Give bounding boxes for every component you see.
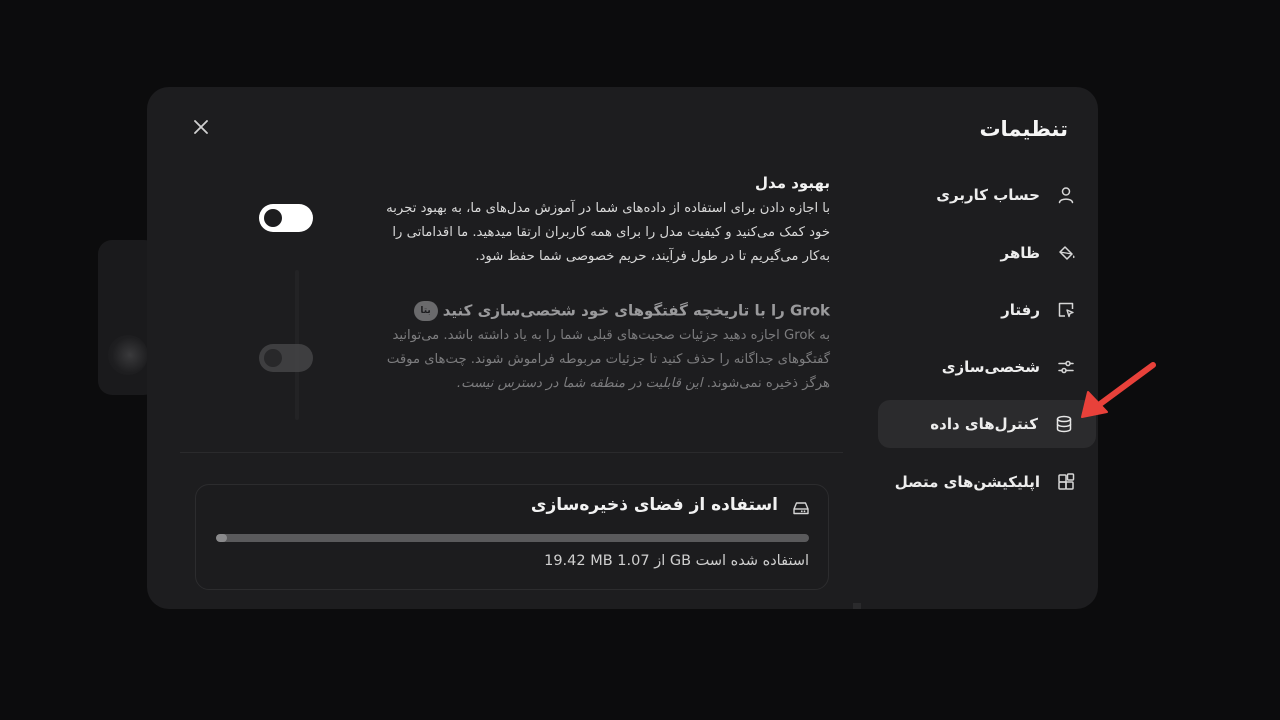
personalize-history-heading: Grok را با تاریخچه گفتگوهای خود شخصی‌ساز… [410,301,830,321]
model-improvement-title: بهبود مدل [755,174,830,192]
beta-badge: بتا [413,301,438,321]
sidebar-item-label: شخصی‌سازی [941,358,1040,376]
unavailable-notice: این قابلیت در منطقه شما در دسترس نیست. [456,376,703,391]
close-icon [194,120,208,134]
user-icon [1056,185,1076,205]
sliders-icon [1056,357,1076,377]
sidebar-item-appearance[interactable]: ظاهر [878,229,1098,277]
storage-usage-text: 19.42 MB از 1.07 GB استفاده شده است [544,553,809,569]
settings-modal: تنظیمات حساب کاربری ظاهر رفتار شخصی‌سازی [147,87,1098,609]
sidebar-item-account[interactable]: حساب کاربری [878,171,1098,219]
bottom-scroll-indicator [853,603,861,609]
sidebar-item-personalization[interactable]: شخصی‌سازی [878,343,1098,391]
section-divider [180,452,843,453]
storage-title: استفاده از فضای ذخیره‌سازی [530,495,778,515]
personalize-history-description: به Grok اجازه دهید جزئیات صحبت‌های قبلی … [360,324,830,396]
paint-bucket-icon [1056,243,1076,263]
model-improvement-description: با اجازه دادن برای استفاده از داده‌های ش… [386,201,830,264]
annotation-arrow-icon [1081,362,1156,418]
sidebar-item-label: ظاهر [1000,244,1041,262]
database-icon [1054,414,1074,434]
modal-title: تنظیمات [979,117,1068,141]
storage-progress-bar [216,534,809,542]
background-knob [108,335,148,375]
apps-grid-icon [1056,472,1076,492]
sidebar-item-label: اپلیکیشن‌های متصل [894,473,1040,491]
sidebar-item-connected-apps[interactable]: اپلیکیشن‌های متصل [878,458,1098,506]
sidebar-item-label: حساب کاربری [936,186,1040,204]
sidebar-item-behavior[interactable]: رفتار [878,286,1098,334]
model-improvement-toggle[interactable] [259,204,313,232]
sidebar-item-label: رفتار [1001,301,1040,319]
personalize-history-toggle[interactable] [259,344,313,372]
cursor-window-icon [1056,300,1076,320]
close-button[interactable] [189,115,213,139]
storage-progress-fill [216,534,227,542]
personalize-history-title: Grok را با تاریخچه گفتگوهای خود شخصی‌ساز… [442,301,830,320]
storage-usage-card: استفاده از فضای ذخیره‌سازی 19.42 MB از 1… [195,484,829,590]
hard-drive-icon [793,502,809,515]
toggle-knob [264,209,282,227]
sidebar-item-data-controls[interactable]: کنترل‌های داده [878,400,1096,448]
toggle-knob [264,349,282,367]
sidebar-item-label: کنترل‌های داده [930,415,1038,433]
